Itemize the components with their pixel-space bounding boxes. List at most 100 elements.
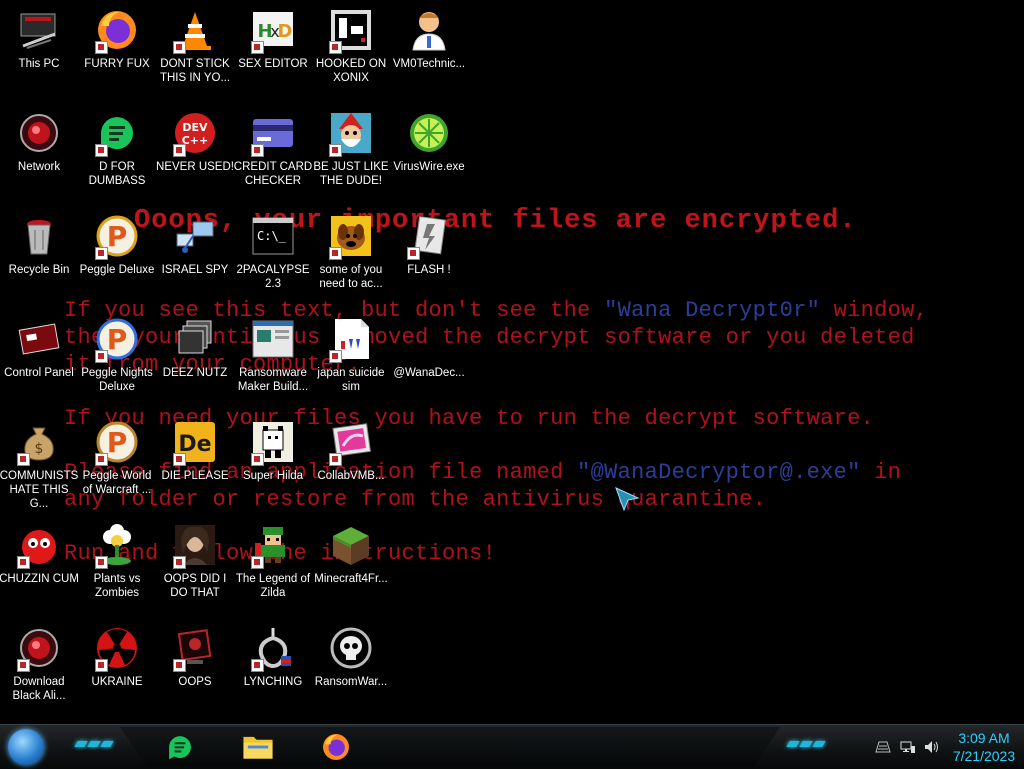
desktop-icon-super-hilda[interactable]: Super Hilda bbox=[235, 418, 311, 518]
blank-icon bbox=[405, 315, 453, 363]
desktop-icon-dont-stick[interactable]: DONT STICK THIS IN YO... bbox=[157, 6, 233, 106]
network-tray-icon[interactable] bbox=[896, 737, 920, 757]
desktop-icon-download-black[interactable]: Download Black Ali... bbox=[1, 624, 77, 724]
desktop-icon-ransomwar[interactable]: RansomWar... bbox=[313, 624, 389, 724]
mouse-cursor-icon bbox=[614, 486, 640, 517]
desktop-icon-2pacalypse[interactable]: C:\_ 2PACALYPSE 2.3 bbox=[235, 212, 311, 312]
desktop-icon-deez-nutz[interactable]: DEEZ NUTZ bbox=[157, 315, 233, 415]
noose-icon bbox=[249, 624, 297, 672]
shortcut-arrow-icon bbox=[95, 350, 108, 363]
desktop-icon-hooked-on-xonix[interactable]: HOOKED ON XONIX bbox=[313, 6, 389, 106]
desktop-icon-wanadec[interactable]: @WanaDec... bbox=[391, 315, 467, 415]
action-center-icon[interactable] bbox=[870, 737, 896, 757]
svg-text:C:\_: C:\_ bbox=[257, 229, 287, 243]
de-logo-icon: De bbox=[171, 418, 219, 466]
hxd-editor-icon: HxD bbox=[249, 6, 297, 54]
desktop-icon-minecraft[interactable]: Minecraft4Fr... bbox=[313, 521, 389, 621]
green-app-icon bbox=[169, 736, 191, 760]
green-app-icon bbox=[93, 109, 141, 157]
shortcut-arrow-icon bbox=[329, 41, 342, 54]
radiation-icon bbox=[93, 624, 141, 672]
desktop-icon-ukraine[interactable]: UKRAINE bbox=[79, 624, 155, 724]
taskbar: 3:09 AM 7/21/2023 bbox=[0, 724, 1024, 769]
desktop-icon-peggle-deluxe[interactable]: P Peggle Deluxe bbox=[79, 212, 155, 312]
spy-network-icon bbox=[171, 212, 219, 260]
collab-vm-icon bbox=[327, 418, 375, 466]
desktop-icon-legend-of-zilda[interactable]: The Legend of Zilda bbox=[235, 521, 311, 621]
shortcut-arrow-icon bbox=[17, 453, 30, 466]
volume-icon[interactable] bbox=[920, 737, 944, 757]
santa-elf-icon bbox=[327, 109, 375, 157]
svg-text:P: P bbox=[107, 220, 128, 253]
shortcut-arrow-icon bbox=[251, 41, 264, 54]
firefox-icon bbox=[93, 6, 141, 54]
peggle-icon: P bbox=[93, 212, 141, 260]
shortcut-arrow-icon bbox=[95, 556, 108, 569]
desktop-icon-network[interactable]: Network bbox=[1, 109, 77, 209]
desktop-icon-credit-card[interactable]: CREDIT CARD CHECKER bbox=[234, 109, 312, 209]
svg-text:$: $ bbox=[35, 441, 44, 457]
desktop-icon-oops[interactable]: OOPS bbox=[157, 624, 233, 724]
peggle-nights-icon: P bbox=[93, 315, 141, 363]
svg-text:P: P bbox=[107, 323, 128, 356]
desktop-icon-plants-vs-zombies[interactable]: Plants vs Zombies bbox=[79, 521, 155, 621]
desktop-icon-d-for[interactable]: D FOR DUMBASS bbox=[79, 109, 155, 209]
taskbar-clock[interactable]: 3:09 AM 7/21/2023 bbox=[944, 729, 1024, 765]
desktop-icon-vm0technic[interactable]: VM0Technic... bbox=[391, 6, 467, 106]
network-orb-icon bbox=[15, 624, 63, 672]
desktop[interactable]: Ooops, your important files are encrypte… bbox=[0, 0, 1024, 724]
pvz-flower-icon bbox=[93, 521, 141, 569]
xonix-game-icon bbox=[327, 6, 375, 54]
shortcut-arrow-icon bbox=[329, 453, 342, 466]
shortcut-arrow-icon bbox=[329, 350, 342, 363]
desktop-icon-ransomware-maker[interactable]: Ransomware Maker Build... bbox=[235, 315, 311, 415]
this-pc-icon bbox=[15, 6, 63, 54]
taskbar-app-green[interactable] bbox=[162, 730, 198, 764]
desktop-icon-israel-spy[interactable]: ISRAEL SPY bbox=[157, 212, 233, 312]
shortcut-arrow-icon bbox=[251, 556, 264, 569]
desktop-icon-collabvm[interactable]: CollabVMB... bbox=[313, 418, 389, 518]
shortcut-arrow-icon bbox=[329, 144, 342, 157]
document-icon bbox=[327, 315, 375, 363]
desktop-icon-some-of-you[interactable]: some of you need to ac... bbox=[313, 212, 389, 312]
pixel-cat-icon bbox=[249, 418, 297, 466]
pixel-hero-icon bbox=[249, 521, 297, 569]
desktop-icon-oops-did-i[interactable]: OOPS DID I DO THAT bbox=[157, 521, 233, 621]
network-orb-icon bbox=[15, 109, 63, 157]
desktop-icon-never-used[interactable]: DEV C++ NEVER USED! bbox=[156, 109, 234, 209]
lime-icon bbox=[405, 109, 453, 157]
taskbar-decoration bbox=[74, 741, 114, 751]
desktop-icon-be-just-like[interactable]: BE JUST LIKE THE DUDE! bbox=[313, 109, 389, 209]
desktop-icon-recycle-bin[interactable]: Recycle Bin bbox=[1, 212, 77, 312]
system-tray: 3:09 AM 7/21/2023 bbox=[870, 725, 1024, 769]
desktop-icon-chuzzin[interactable]: CHUZZIN CUM bbox=[0, 521, 79, 621]
shortcut-arrow-icon bbox=[95, 453, 108, 466]
shortcut-arrow-icon bbox=[251, 453, 264, 466]
desktop-icon-peggle-nights[interactable]: P Peggle Nights Deluxe bbox=[79, 315, 155, 415]
shortcut-arrow-icon bbox=[95, 659, 108, 672]
desktop-icon-peggle-wow[interactable]: P Peggle World of Warcraft ... bbox=[79, 418, 155, 518]
desktop-icon-die-please[interactable]: De DIE PLEASE bbox=[157, 418, 233, 518]
desktop-icon-control-panel[interactable]: Control Panel bbox=[1, 315, 77, 415]
desktop-icon-furry-fux[interactable]: FURRY FUX bbox=[79, 6, 155, 106]
taskbar-app-file-explorer[interactable] bbox=[240, 730, 276, 764]
desktop-icon-lynching[interactable]: LYNCHING bbox=[235, 624, 311, 724]
desktop-icon-sex-editor[interactable]: HxD SEX EDITOR bbox=[235, 6, 311, 106]
shortcut-arrow-icon bbox=[407, 247, 420, 260]
shortcut-arrow-icon bbox=[173, 453, 186, 466]
taskbar-app-firefox[interactable] bbox=[318, 730, 354, 764]
ransomware-builder-icon bbox=[249, 315, 297, 363]
svg-text:DEV: DEV bbox=[182, 121, 208, 134]
shortcut-arrow-icon bbox=[251, 144, 264, 157]
desktop-icon-communists[interactable]: $ COMMUNISTS HATE THIS G... bbox=[0, 418, 78, 518]
start-orb-icon[interactable] bbox=[8, 729, 44, 765]
desktop-icon-japan-suicide-sim[interactable]: japan suicide sim bbox=[313, 315, 389, 415]
shortcut-arrow-icon bbox=[329, 247, 342, 260]
money-bag-icon: $ bbox=[15, 418, 63, 466]
shortcut-arrow-icon bbox=[251, 659, 264, 672]
flash-card-icon bbox=[405, 212, 453, 260]
desktop-icon-flash[interactable]: FLASH ! bbox=[391, 212, 467, 312]
desktop-icon-viruswire[interactable]: VirusWire.exe bbox=[391, 109, 467, 209]
shortcut-arrow-icon bbox=[17, 659, 30, 672]
desktop-icon-this-pc[interactable]: This PC bbox=[1, 6, 77, 106]
